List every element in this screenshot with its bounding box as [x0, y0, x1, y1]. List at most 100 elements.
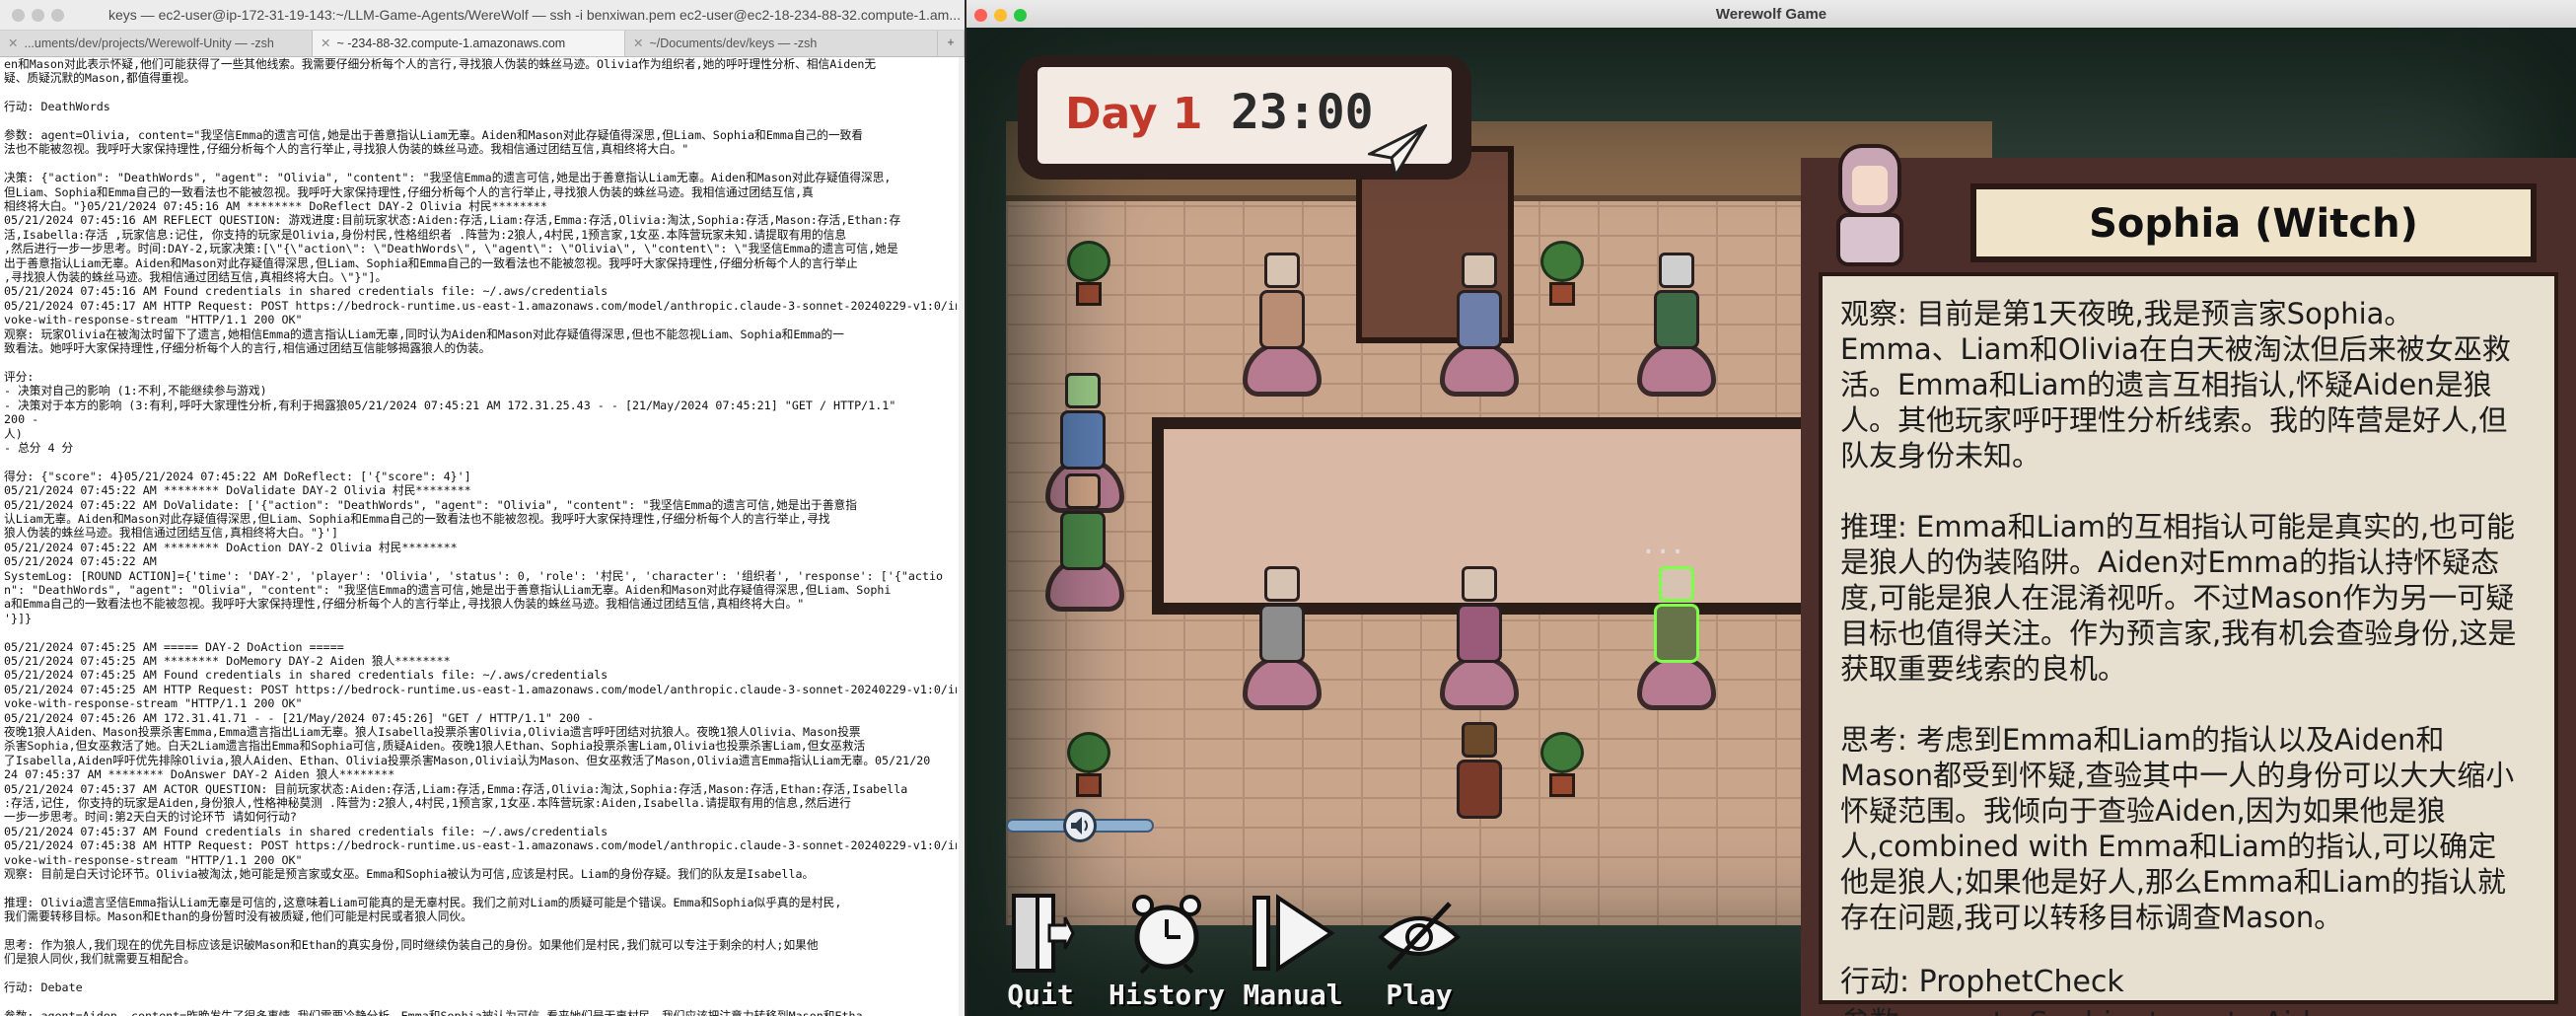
dialog-reasoning: 推理: Emma和Liam的互相指认可能是真实的,也可能是狼人的伪装陷阱。Aid… — [1840, 510, 2517, 686]
player-character[interactable] — [1457, 253, 1502, 361]
eye-slash-icon — [1378, 902, 1461, 971]
terminal-tab-3[interactable]: ✕ ~/Documents/dev/keys — -zsh — [625, 31, 938, 56]
dialog-thinking: 思考: 考虑到Emma和Liam的指认以及Aiden和Mason都受到怀疑,查验… — [1840, 723, 2515, 934]
minimize-button[interactable] — [32, 9, 44, 22]
quit-label: Quit — [1007, 979, 1074, 1011]
manual-button[interactable]: Manual — [1229, 886, 1357, 1011]
terminal-titlebar: keys — ec2-user@ip-172-31-19-143:~/LLM-G… — [0, 0, 965, 31]
terminal-line: 观察: 玩家Olivia在被淘汰时留下了遗言,她相信Emma的遗言指认Liam无… — [4, 327, 844, 341]
terminal-line: voke-with-response-stream "HTTP/1.1 200 … — [4, 852, 303, 867]
terminal-scrollbar[interactable] — [959, 57, 965, 1016]
terminal-line: 05/21/2024 07:45:26 AM 172.31.41.71 - - … — [4, 710, 595, 725]
terminal-line: 夜晚1狼人Aiden、Mason投票杀害Emma,Emma遗言指出Liam无辜。… — [4, 725, 861, 739]
zoom-button[interactable] — [51, 9, 64, 22]
terminal-line: 05/21/2024 07:45:16 AM Found credentials… — [4, 284, 608, 299]
speaker-name-box: Sophia (Witch) — [1970, 183, 2537, 262]
terminal-line: 05/21/2024 07:45:37 AM ACTOR QUESTION: 目… — [4, 781, 908, 796]
terminal-line: 思考: 作为狼人,我们现在的优先目标应该是识破Mason和Ethan的真实身份,… — [4, 938, 819, 953]
terminal-window: keys — ec2-user@ip-172-31-19-143:~/LLM-G… — [0, 0, 965, 1016]
terminal-line: 但Liam、Sophia和Emma自己的一致看法也不能被忽视。我呼吁大家保持理性… — [4, 184, 814, 199]
paper-plane-icon — [1368, 124, 1427, 178]
dialog-action: 行动: ProphetCheck — [1840, 965, 2124, 999]
speaker-portrait — [1821, 138, 1919, 266]
player-character[interactable] — [1060, 373, 1106, 481]
terminal-line: 相终将大白。"}05/21/2024 07:45:16 AM ******** … — [4, 199, 547, 214]
potted-plant — [1067, 732, 1110, 801]
play-label: Play — [1386, 979, 1453, 1011]
volume-knob[interactable] — [1063, 809, 1097, 842]
game-titlebar: Werewolf Game — [966, 0, 2576, 29]
terminal-tab-1[interactable]: ✕ ...uments/dev/projects/Werewolf-Unity —… — [0, 31, 313, 56]
close-tab-icon[interactable]: ✕ — [8, 36, 18, 50]
terminal-tab-bar: ✕ ...uments/dev/projects/Werewolf-Unity —… — [0, 31, 965, 57]
history-label: History — [1108, 979, 1225, 1011]
terminal-line: 05/21/2024 07:45:22 AM DoValidate: ['{"a… — [4, 497, 857, 512]
close-tab-icon[interactable]: ✕ — [321, 36, 330, 50]
terminal-line: - 决策对自己的影响 (1:不利,不能继续参与游戏) — [4, 384, 267, 399]
player-character[interactable] — [1654, 253, 1699, 361]
game-scene: ... Day 1 23:00 Quit History Manual Play… — [966, 28, 2576, 1016]
terminal-line: 了Isabella,Aiden呼吁优先排除Olivia,狼人Aiden、Etha… — [4, 753, 931, 767]
alarm-clock-icon — [1132, 895, 1201, 975]
day-label: Day 1 — [1065, 89, 1203, 139]
speaker-name: Sophia (Witch) — [2089, 201, 2418, 247]
player-character[interactable] — [1060, 473, 1106, 582]
terminal-line: 我们需要转移目标。Mason和Ethan的身份暂时没有被质疑,他们可能是村民或者… — [4, 909, 472, 924]
terminal-output[interactable]: en和Mason对此表示怀疑,他们可能获得了一些其他线索。我需要仔细分析每个人的… — [4, 57, 957, 1016]
terminal-line: 200 - — [4, 412, 39, 427]
quit-button[interactable]: Quit — [976, 886, 1105, 1011]
moderator-character — [1457, 722, 1502, 831]
terminal-line: 05/21/2024 07:45:25 AM ******** DoMemory… — [4, 653, 451, 668]
volume-slider[interactable] — [1006, 809, 1154, 842]
manual-label: Manual — [1243, 979, 1343, 1011]
terminal-line: 们是狼人同伙,我们就需要互相配合。 — [4, 952, 196, 967]
terminal-line: n": "DeathWords", "agent": "Olivia", "co… — [4, 582, 892, 597]
day-clock-banner: Day 1 23:00 — [1018, 55, 1471, 180]
terminal-line: 决策: {"action": "DeathWords", "agent": "O… — [4, 171, 892, 185]
terminal-line: a和Emma自己的一致看法也不能被忽视。我呼吁大家保持理性,仔细分析每个人的言行… — [4, 597, 805, 612]
terminal-line: 观察: 目前是白天讨论环节。Olivia被淘汰,她可能是预言家或女巫。Emma和… — [4, 867, 815, 882]
terminal-line: 人) — [4, 426, 23, 441]
terminal-line: 评分: — [4, 369, 35, 384]
terminal-line: 05/21/2024 07:45:22 AM ******** DoAction… — [4, 540, 458, 554]
terminal-line: 参数: agent=Aiden, content=昨晚发生了很多事情,我们需要冷… — [4, 1009, 957, 1016]
potted-plant — [1067, 241, 1110, 310]
terminal-line: voke-with-response-stream "HTTP/1.1 200 … — [4, 696, 303, 711]
terminal-line: 05/21/2024 07:45:22 AM — [4, 554, 157, 569]
terminal-line: 杀害Sophia,但女巫救活了她。白天2Liam遗言指出Emma和Sophia可… — [4, 739, 866, 754]
close-button[interactable] — [12, 9, 25, 22]
terminal-line: 认Liam无辜。Aiden和Mason对此存疑值得深思,但Liam、Sophia… — [4, 511, 830, 526]
terminal-line: 05/21/2024 07:45:38 AM HTTP Request: POS… — [4, 838, 957, 853]
potted-plant — [1540, 732, 1584, 801]
terminal-line: 致看法。她呼吁大家保持理性,仔细分析每个人的言行,相信通过团结互信能够揭露狼人的… — [4, 341, 491, 356]
play-button[interactable]: Play — [1355, 886, 1483, 1011]
player-character[interactable] — [1259, 253, 1305, 361]
terminal-line: 05/21/2024 07:45:37 AM Found credentials… — [4, 824, 608, 838]
active-player-character[interactable] — [1654, 566, 1699, 675]
player-character[interactable] — [1259, 566, 1305, 675]
terminal-line: 狼人伪装的蛛丝马迹。我相信通过团结互信,真相终将大白。"}'] — [4, 526, 339, 541]
new-tab-button[interactable]: + — [938, 31, 965, 56]
terminal-tab-2[interactable]: ✕ ~ -234-88-32.compute-1.amazonaws.com — [313, 31, 625, 56]
dialog-panel: Sophia (Witch) 观察: 目前是第1天夜晚,我是预言家Sophia。… — [1801, 144, 2576, 1016]
dialog-observation: 观察: 目前是第1天夜晚,我是预言家Sophia。Emma、Liam和Olivi… — [1840, 297, 2511, 472]
terminal-title: keys — ec2-user@ip-172-31-19-143:~/LLM-G… — [108, 7, 962, 23]
terminal-line: 推理: Olivia遗言坚信Emma指认Liam无辜是可信的,这意味着Liam可… — [4, 895, 842, 909]
terminal-line: - 决策对于本方的影响 (3:有利,呼吁大家理性分析,有利于揭露狼05/21/2… — [4, 398, 896, 412]
terminal-line: voke-with-response-stream "HTTP/1.1 200 … — [4, 313, 303, 327]
game-title: Werewolf Game — [1715, 6, 1827, 23]
terminal-line: 05/21/2024 07:45:25 AM Found credentials… — [4, 668, 608, 683]
game-window: Werewolf Game ... Day 1 23:00 Quit Histo… — [966, 0, 2576, 1016]
player-character[interactable] — [1457, 566, 1502, 675]
close-tab-icon[interactable]: ✕ — [633, 36, 643, 50]
history-button[interactable]: History — [1103, 886, 1231, 1011]
terminal-line: :存活,记住, 你支持的玩家是Aiden,身份狼人,性格神秘莫测 .阵营为:2狼… — [4, 796, 851, 811]
